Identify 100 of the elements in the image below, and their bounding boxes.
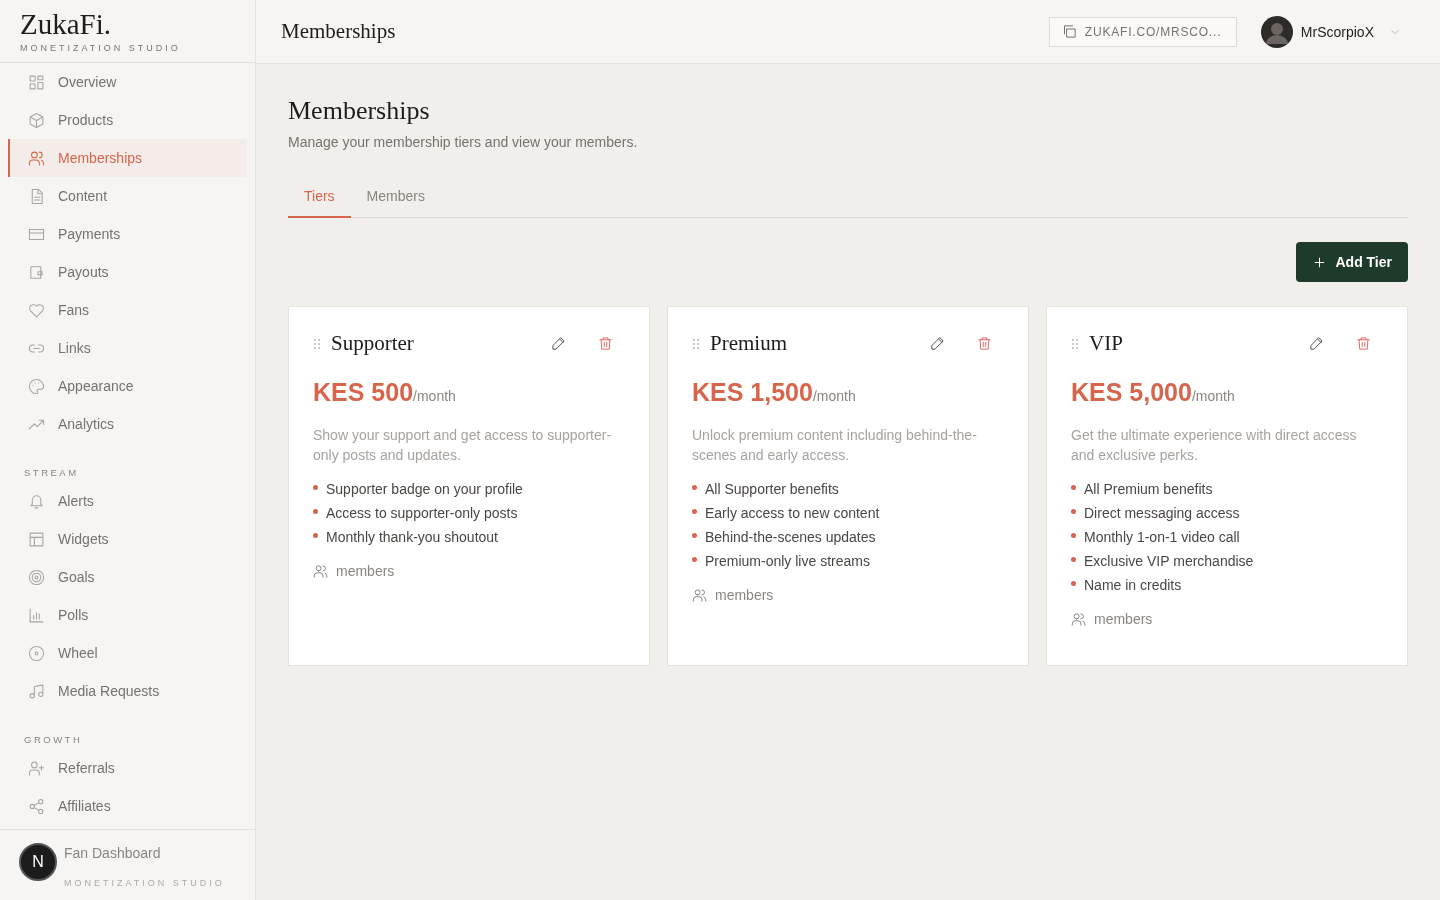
users-icon (28, 149, 45, 167)
benefit-text: Early access to new content (705, 505, 880, 521)
member-count: members (1094, 611, 1153, 627)
benefit-text: Premium-only live streams (705, 553, 870, 569)
page-subtitle: Manage your membership tiers and view your members. (288, 134, 639, 150)
benefit-text: Name in credits (1084, 577, 1182, 593)
benefit-text: Monthly 1-on-1 video call (1084, 529, 1240, 545)
benefit-text: All Premium benefits (1084, 481, 1213, 497)
tab[interactable]: Members (350, 180, 441, 218)
bullet-icon (1071, 557, 1076, 562)
benefit-text: Direct messaging access (1084, 505, 1240, 521)
add-tier-button[interactable]: Add Tier (1296, 242, 1408, 282)
target-icon (28, 568, 45, 586)
users-icon (1071, 611, 1086, 627)
bar-chart-icon (28, 606, 45, 624)
trash-icon[interactable] (1356, 336, 1371, 351)
copy-icon (1061, 24, 1077, 39)
sidebar-item[interactable]: Wheel (8, 634, 247, 672)
sidebar-item[interactable]: Payouts (8, 253, 247, 291)
sidebar-item[interactable]: Media Requests (8, 672, 247, 710)
sidebar-item[interactable]: Fans (8, 291, 247, 329)
tier-name: VIP (1089, 331, 1124, 356)
bullet-icon (1071, 485, 1076, 490)
bullet-icon (692, 533, 697, 538)
drag-handle-icon[interactable] (1071, 337, 1079, 350)
fan-dashboard-link[interactable]: Fan Dashboard (64, 845, 161, 861)
tier-name: Supporter (331, 331, 415, 356)
footer-tagline: MONETIZATION STUDIO (64, 878, 226, 888)
box-icon (28, 111, 45, 129)
sidebar-item[interactable]: Analytics (8, 405, 247, 443)
edit-icon[interactable] (551, 336, 566, 351)
tier-description: Show your support and get access to supporter-only posts and updates. (313, 426, 613, 465)
copy-link-button[interactable]: ZUKAFI.CO/MRSCO... (1048, 16, 1237, 47)
drag-handle-icon[interactable] (692, 337, 700, 350)
page-title: Memberships (288, 96, 431, 126)
drag-handle-icon[interactable] (313, 337, 321, 350)
grid-icon (28, 73, 45, 91)
dev-badge[interactable]: N (19, 843, 57, 881)
layout-icon (28, 530, 45, 548)
bullet-icon (1071, 509, 1076, 514)
bullet-icon (692, 557, 697, 562)
palette-icon (28, 377, 45, 395)
users-icon (692, 587, 707, 603)
price-period: /month (1191, 388, 1235, 404)
sidebar-item[interactable]: Polls (8, 596, 247, 634)
tier-price: KES 1,500 (692, 378, 813, 406)
benefit-text: Supporter badge on your profile (326, 481, 523, 497)
trash-icon[interactable] (598, 336, 613, 351)
tier-price: KES 5,000 (1071, 378, 1192, 406)
sidebar-item[interactable]: Goals (8, 558, 247, 596)
bullet-icon (313, 509, 318, 514)
trash-icon[interactable] (977, 336, 992, 351)
sidebar-item[interactable]: Alerts (8, 482, 247, 520)
heart-icon (28, 301, 45, 319)
tier-name: Premium (710, 331, 788, 356)
sidebar-item[interactable]: Links (8, 329, 247, 367)
bell-icon (28, 492, 45, 510)
share-icon (28, 797, 45, 815)
benefit-text: All Supporter benefits (705, 481, 839, 497)
plus-icon (1312, 254, 1328, 270)
sidebar-item[interactable]: Products (8, 101, 247, 139)
bullet-icon (692, 509, 697, 514)
bullet-icon (1071, 533, 1076, 538)
tier-price: KES 500 (313, 378, 414, 406)
sidebar-item[interactable]: Appearance (8, 367, 247, 405)
bullet-icon (692, 485, 697, 490)
sidebar-item[interactable]: Overview (8, 63, 247, 101)
section-heading: STREAM (23, 466, 80, 480)
sidebar-item[interactable]: Content (8, 177, 247, 215)
price-period: /month (812, 388, 856, 404)
edit-icon[interactable] (930, 336, 945, 351)
music-icon (28, 682, 45, 700)
bullet-icon (1071, 581, 1076, 586)
bullet-icon (313, 533, 318, 538)
benefit-text: Monthly thank-you shoutout (326, 529, 498, 545)
price-period: /month (413, 388, 456, 404)
section-heading: GROWTH (23, 733, 84, 747)
user-plus-icon (28, 759, 45, 777)
tab[interactable]: Tiers (288, 180, 351, 218)
tier-description: Unlock premium content including behind-the-scenes and early access. (692, 426, 978, 465)
sidebar-item[interactable]: Payments (8, 215, 247, 253)
brand-logo: ZukaFi. (20, 8, 113, 40)
user-menu[interactable]: MrScorpioX (1254, 14, 1408, 49)
bullet-icon (313, 485, 318, 490)
sidebar-item[interactable]: Referrals (8, 749, 247, 787)
wallet-icon (28, 263, 45, 281)
benefit-text: Behind-the-scenes updates (705, 529, 876, 545)
benefit-text: Access to supporter-only posts (326, 505, 518, 521)
avatar-icon (1260, 15, 1293, 48)
tier-description: Get the ultimate experience with direct access and exclusive perks. (1071, 426, 1358, 465)
sidebar-item[interactable]: Memberships (8, 139, 247, 177)
users-icon (313, 563, 328, 579)
sidebar-item[interactable]: Widgets (8, 520, 247, 558)
member-count: members (336, 563, 395, 579)
edit-icon[interactable] (1309, 336, 1324, 351)
benefit-text: Exclusive VIP merchandise (1084, 553, 1254, 569)
header-title: Memberships (281, 19, 397, 44)
brand-tagline: MONETIZATION STUDIO (20, 43, 182, 53)
sidebar-item[interactable]: Affiliates (8, 787, 247, 825)
member-count: members (715, 587, 774, 603)
